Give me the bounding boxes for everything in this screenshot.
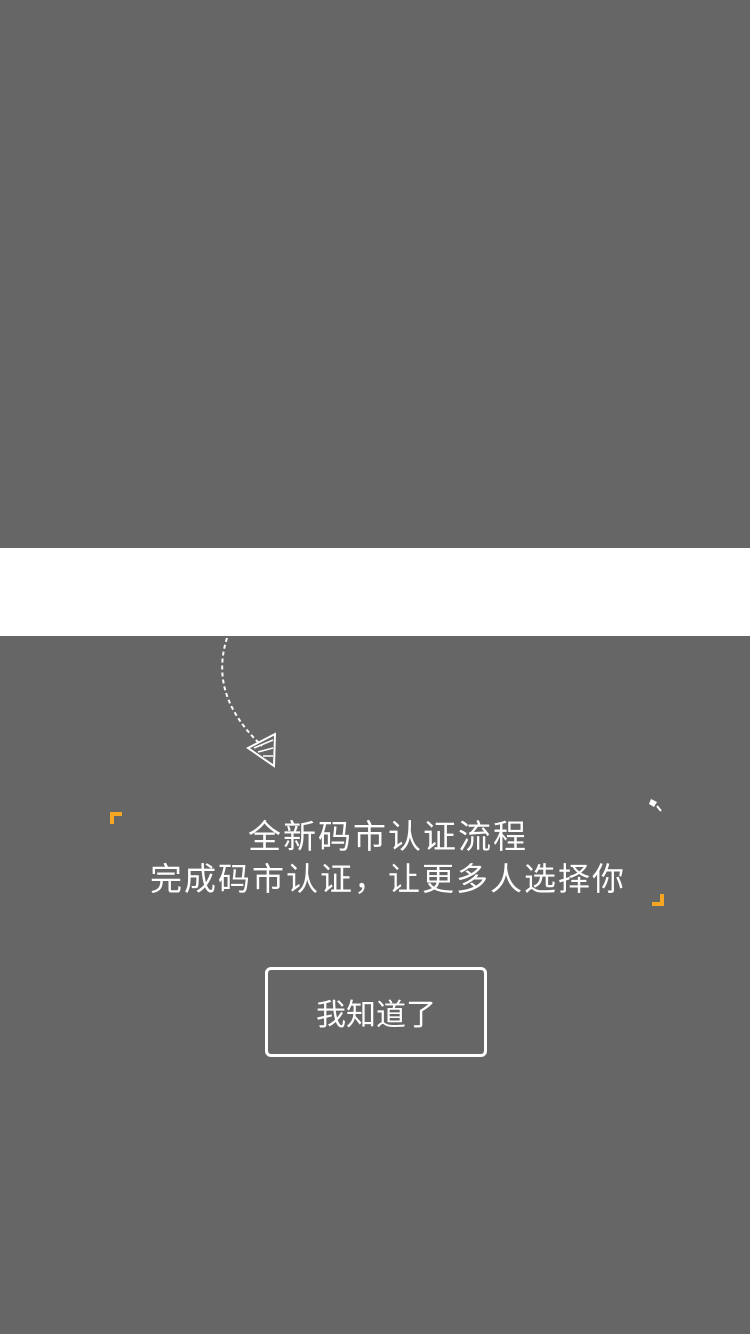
highlighted-area[interactable] xyxy=(0,548,750,636)
guide-title: 全新码市认证流程 xyxy=(248,817,528,856)
got-it-button[interactable]: 我知道了 xyxy=(265,967,487,1057)
guide-subtitle: 完成码市认证，让更多人选择你 xyxy=(149,860,626,898)
dim-overlay-top xyxy=(0,0,750,548)
corner-bracket-close-icon xyxy=(652,894,664,906)
guide-tip: 全新码市认证流程 完成码市认证，让更多人选择你 xyxy=(108,796,668,910)
dashed-curved-arrow-icon xyxy=(221,637,277,768)
onboarding-guide-overlay: 全新码市认证流程 完成码市认证，让更多人选择你 我知道了 xyxy=(0,0,750,1334)
